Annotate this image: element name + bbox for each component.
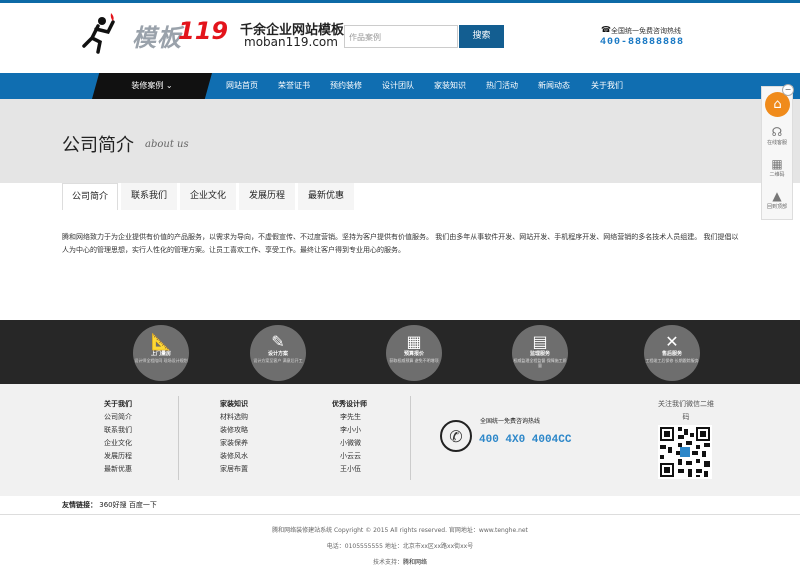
site-domain: moban119.com (244, 35, 338, 49)
close-icon[interactable]: − (782, 84, 794, 96)
nav-cases-dropdown[interactable]: 装修案例 ⌄ (92, 73, 212, 99)
footer-link[interactable]: 材料选购 (220, 412, 248, 422)
arrow-up-icon: ▲ (772, 189, 782, 203)
tech-support-link[interactable]: 腾和网络 (403, 559, 427, 566)
service-title: 售后服务 (661, 351, 682, 357)
footer-divider (178, 396, 179, 480)
clipboard-icon: ▤ (532, 332, 548, 351)
nav-item-news[interactable]: 新闻动态 (538, 73, 570, 99)
contact-line: 电话：0105555555 地址：北京市xx区xx路xx街xx号 (326, 543, 474, 550)
service-item[interactable]: ▦ 预算报价 获取权威预算 避免不明增项 (386, 325, 442, 381)
copyright-line: 腾和网络装修建站系统 Copyright © 2015 All rights r… (272, 527, 528, 534)
tab-contact[interactable]: 联系我们 (121, 183, 177, 210)
nav-item-home[interactable]: 网站首页 (226, 73, 258, 99)
sidebar-top-label: 回到顶部 (766, 204, 787, 210)
service-title: 设计方案 (267, 351, 288, 357)
tab-profile[interactable]: 公司简介 (62, 183, 118, 210)
footer-divider-line (0, 514, 800, 515)
footer-link[interactable]: 最新优惠 (104, 464, 132, 474)
footer-link[interactable]: 装修风水 (220, 451, 248, 461)
qr-label: 关注我们微信二维码 (658, 400, 714, 421)
tools-icon: ✕ (665, 332, 679, 351)
service-title: 上门量房 (150, 351, 171, 357)
qr-icon: ▦ (771, 157, 783, 171)
calculator-icon: ▦ (406, 332, 422, 351)
friend-links-label: 友情链接： (62, 501, 97, 509)
headset-icon: ☊ (771, 125, 783, 139)
nav-item-about[interactable]: 关于我们 (591, 73, 623, 99)
tech-support-label: 技术支持： (372, 559, 403, 566)
footer-link[interactable]: 发展历程 (104, 451, 132, 461)
service-title: 预算报价 (403, 351, 424, 357)
about-paragraph: 腾和网络致力于为企业提供有价值的产品服务，以需求为导向，不虚假宣传、不过度营销。… (62, 233, 739, 254)
phone-icon: ✆ (440, 420, 472, 452)
search-input[interactable]: 作品案例 (344, 25, 458, 48)
service-item[interactable]: ▤ 监理服务 权威监理全程监督 保障施工质量 (512, 325, 568, 381)
footer-link[interactable]: 家装保养 (220, 438, 248, 448)
footer-divider (410, 396, 411, 480)
nav-item-booking[interactable]: 预约装修 (330, 73, 362, 99)
tech-support-line: 技术支持：腾和网络 (0, 557, 800, 566)
service-desc: 设计师全程陪同 现场设计规划 (134, 358, 188, 363)
footer-link[interactable]: 家居布置 (220, 464, 248, 474)
service-desc: 获取权威预算 避免不明增项 (389, 358, 439, 363)
brand-number: 119 (178, 17, 229, 45)
footer-link[interactable]: 公司简介 (104, 412, 132, 422)
sidebar-qr-label: 二维码 (769, 172, 785, 178)
service-item[interactable]: 📐 上门量房 设计师全程陪同 现场设计规划 (133, 325, 189, 381)
nav-item-honors[interactable]: 荣誉证书 (278, 73, 310, 99)
tab-bar (0, 183, 800, 211)
footer-link[interactable]: 王小伍 (340, 464, 361, 474)
brand-name: 模板 (132, 23, 182, 52)
nav-item-events[interactable]: 热门活动 (486, 73, 518, 99)
tab-history[interactable]: 发展历程 (239, 183, 295, 210)
friend-link[interactable]: 360好搜 (99, 501, 126, 509)
floating-sidebar: ⌂ ☊ 在线客服 ▦ 二维码 ▲ 回到顶部 (761, 86, 793, 220)
footer-hotline-label: 全国统一免费咨询热线 (480, 418, 541, 425)
friend-link[interactable]: 百度一下 (129, 501, 157, 509)
sidebar-service-label: 在线客服 (766, 140, 787, 146)
footer-link[interactable]: 李小小 (340, 425, 361, 435)
service-item[interactable]: ✎ 设计方案 设计方案至客户 满意后开工 (250, 325, 306, 381)
footer-link[interactable]: 企业文化 (104, 438, 132, 448)
logo-icon[interactable] (78, 12, 118, 56)
qr-code-icon (658, 425, 712, 479)
hotline-number: 400-88888888 (600, 37, 685, 48)
search-button[interactable]: 搜索 (459, 25, 504, 48)
hotline-label: 全国统一免费咨询热线 (611, 27, 681, 35)
footer-heading-designers: 优秀设计师 (332, 400, 367, 408)
phone-icon: ☎ (601, 25, 611, 34)
sidebar-qr[interactable]: ▦ 二维码 (762, 157, 792, 178)
designer-icon: ✎ (271, 332, 285, 351)
tab-culture[interactable]: 企业文化 (180, 183, 236, 210)
footer-link[interactable]: 李先生 (340, 412, 361, 422)
ruler-icon: 📐 (151, 332, 171, 351)
service-desc: 工程竣工后保修 长期跟踪服务 (645, 358, 699, 363)
tab-offers[interactable]: 最新优惠 (298, 183, 354, 210)
service-desc: 设计方案至客户 满意后开工 (253, 358, 303, 363)
main-nav: 装修案例 ⌄ 网站首页 荣誉证书 预约装修 设计团队 家装知识 热门活动 新闻动… (0, 73, 800, 99)
footer-link[interactable]: 联系我们 (104, 425, 132, 435)
footer-link[interactable]: 小云云 (340, 451, 361, 461)
nav-item-knowledge[interactable]: 家装知识 (434, 73, 466, 99)
service-item[interactable]: ✕ 售后服务 工程竣工后保修 长期跟踪服务 (644, 325, 700, 381)
footer-hotline-number: 400 4X0 4004CC (479, 434, 572, 446)
friend-links: 友情链接： 360好搜 百度一下 (62, 500, 157, 510)
sidebar-top[interactable]: ▲ 回到顶部 (762, 189, 792, 210)
sidebar-service[interactable]: ☊ 在线客服 (762, 125, 792, 146)
footer-link[interactable]: 装修攻略 (220, 425, 248, 435)
footer-link[interactable]: 小微微 (340, 438, 361, 448)
page-title: 公司简介 (62, 135, 134, 156)
page-subtitle: about us (145, 139, 189, 150)
service-title: 监理服务 (529, 351, 550, 357)
footer-heading-about: 关于我们 (104, 400, 132, 408)
footer-heading-knowledge: 家装知识 (220, 400, 248, 408)
nav-item-team[interactable]: 设计团队 (382, 73, 414, 99)
service-desc: 权威监理全程监督 保障施工质量 (513, 358, 567, 368)
